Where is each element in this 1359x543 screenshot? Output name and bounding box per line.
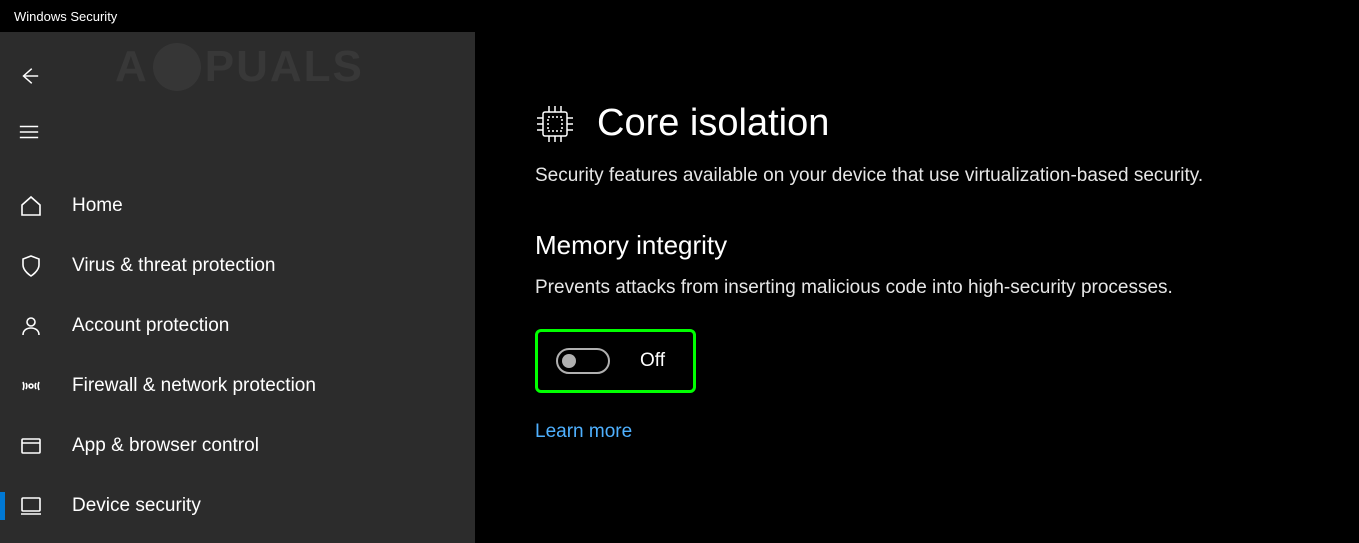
nav-item-device-security[interactable]: Device security: [0, 476, 475, 536]
page-title: Core isolation: [597, 102, 829, 145]
main-content: Core isolation Security features availab…: [475, 32, 1359, 543]
toggle-state-label: Off: [640, 350, 665, 372]
page-header: Core isolation: [535, 102, 1359, 145]
window-title: Windows Security: [14, 9, 117, 24]
learn-more-link[interactable]: Learn more: [535, 421, 632, 442]
network-icon: [18, 373, 44, 399]
core-isolation-icon: [535, 104, 575, 144]
nav-item-account-protection[interactable]: Account protection: [0, 296, 475, 356]
nav-item-label: Device security: [72, 495, 201, 517]
device-icon: [18, 493, 44, 519]
back-button[interactable]: [0, 50, 56, 106]
section-title-memory-integrity: Memory integrity: [535, 230, 1359, 261]
window-titlebar: Windows Security: [0, 0, 1359, 32]
toggle-highlight-box: Off: [535, 329, 696, 393]
page-description: Security features available on your devi…: [535, 163, 1255, 190]
nav-item-firewall-network[interactable]: Firewall & network protection: [0, 356, 475, 416]
nav-item-label: Virus & threat protection: [72, 255, 275, 277]
hamburger-button[interactable]: [0, 106, 56, 162]
person-icon: [18, 313, 44, 339]
watermark-icon: [153, 43, 201, 91]
home-icon: [18, 193, 44, 219]
nav-list: Home Virus & threat protection Account p…: [0, 176, 475, 536]
app-body: APUALS Home Virus & thre: [0, 32, 1359, 543]
section-description: Prevents attacks from inserting maliciou…: [535, 275, 1185, 302]
nav-item-label: Home: [72, 195, 123, 217]
nav-item-label: App & browser control: [72, 435, 259, 457]
hamburger-icon: [18, 121, 40, 148]
sidebar: APUALS Home Virus & thre: [0, 32, 475, 543]
nav-item-virus-threat[interactable]: Virus & threat protection: [0, 236, 475, 296]
watermark: APUALS: [115, 42, 364, 92]
memory-integrity-toggle[interactable]: [556, 348, 610, 374]
nav-item-label: Account protection: [72, 315, 229, 337]
back-arrow-icon: [18, 65, 40, 92]
shield-icon: [18, 253, 44, 279]
nav-item-app-browser[interactable]: App & browser control: [0, 416, 475, 476]
nav-item-home[interactable]: Home: [0, 176, 475, 236]
app-icon: [18, 433, 44, 459]
nav-item-label: Firewall & network protection: [72, 375, 316, 397]
